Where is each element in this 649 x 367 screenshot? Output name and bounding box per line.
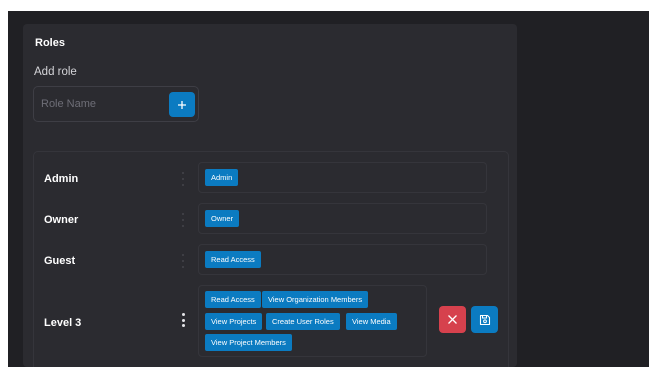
save-role-button[interactable] [471, 306, 498, 333]
permission-tag: Owner [205, 210, 240, 227]
panel-title: Roles [35, 37, 65, 49]
permission-tag: Admin [205, 169, 239, 186]
permission-tag[interactable]: View Media [346, 313, 397, 330]
role-name-guest: Guest [44, 255, 76, 267]
role-name-level-3: Level 3 [44, 317, 82, 329]
role-name-input[interactable] [41, 95, 161, 113]
role-name-admin: Admin [44, 173, 79, 185]
role-permissions-owner: Owner [198, 203, 487, 234]
delete-role-button[interactable] [439, 306, 466, 333]
add-role-form [33, 86, 199, 122]
add-role-label: Add role [34, 66, 77, 78]
permission-tag[interactable]: View Projects [205, 313, 263, 330]
role-name-owner: Owner [44, 214, 79, 226]
role-permissions-admin: Admin [198, 162, 487, 193]
plus-icon [178, 100, 186, 109]
app-background: Roles Add role Admin Admin Owner Owner [8, 11, 649, 367]
kebab-menu-icon[interactable] [180, 254, 186, 268]
kebab-menu-icon[interactable] [180, 313, 186, 327]
permission-tag: Read Access [205, 251, 261, 268]
permission-tag[interactable]: Read Access [205, 291, 261, 308]
kebab-menu-icon[interactable] [180, 213, 186, 227]
close-icon [448, 315, 457, 324]
roles-panel: Roles Add role Admin Admin Owner Owner [23, 24, 517, 367]
permission-tag[interactable]: Create User Roles [266, 313, 340, 330]
permission-tag[interactable]: View Organization Members [262, 291, 369, 308]
role-permissions-guest: Read Access [198, 244, 487, 275]
role-permissions-level-3: Read Access View Organization Members Vi… [198, 285, 427, 357]
permission-tag[interactable]: View Project Members [205, 334, 292, 351]
roles-list: Admin Admin Owner Owner Guest Read Acces… [33, 151, 509, 367]
add-role-button[interactable] [169, 92, 195, 117]
save-icon [479, 314, 490, 325]
kebab-menu-icon[interactable] [180, 172, 186, 186]
